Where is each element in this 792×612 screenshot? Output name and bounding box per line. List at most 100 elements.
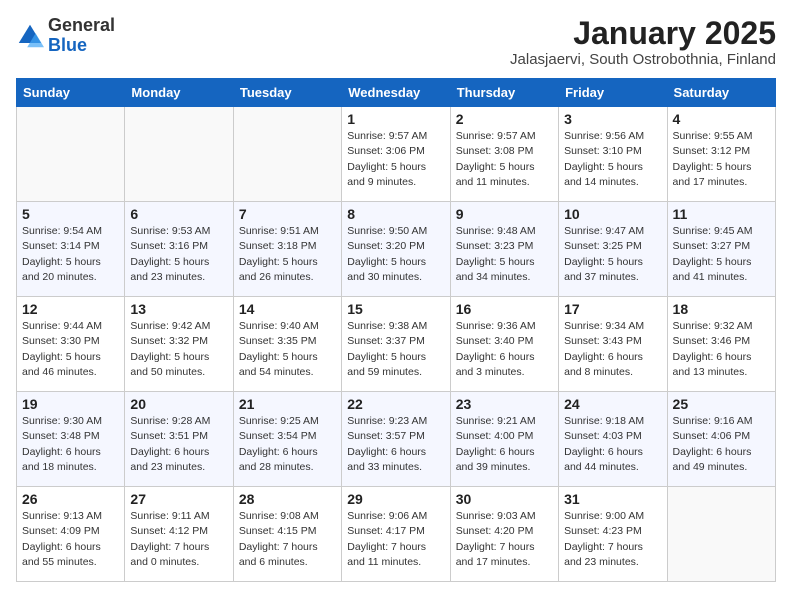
calendar-cell: 14 Sunrise: 9:40 AM Sunset: 3:35 PM Dayli… (233, 297, 341, 392)
day-info: Sunrise: 9:55 AM Sunset: 3:12 PM Dayligh… (673, 129, 770, 190)
day-info: Sunrise: 9:42 AM Sunset: 3:32 PM Dayligh… (130, 319, 227, 380)
day-number: 9 (456, 206, 553, 222)
day-number: 23 (456, 396, 553, 412)
calendar-week-1: 1 Sunrise: 9:57 AM Sunset: 3:06 PM Daylig… (17, 107, 776, 202)
day-info: Sunrise: 9:48 AM Sunset: 3:23 PM Dayligh… (456, 224, 553, 285)
calendar-cell (17, 107, 125, 202)
day-number: 8 (347, 206, 444, 222)
day-number: 7 (239, 206, 336, 222)
col-header-sunday: Sunday (17, 79, 125, 107)
calendar-cell: 9 Sunrise: 9:48 AM Sunset: 3:23 PM Daylig… (450, 202, 558, 297)
day-info: Sunrise: 9:06 AM Sunset: 4:17 PM Dayligh… (347, 509, 444, 570)
day-number: 27 (130, 491, 227, 507)
day-number: 20 (130, 396, 227, 412)
day-info: Sunrise: 9:53 AM Sunset: 3:16 PM Dayligh… (130, 224, 227, 285)
day-number: 26 (22, 491, 119, 507)
day-number: 17 (564, 301, 661, 317)
day-info: Sunrise: 9:28 AM Sunset: 3:51 PM Dayligh… (130, 414, 227, 475)
day-info: Sunrise: 9:25 AM Sunset: 3:54 PM Dayligh… (239, 414, 336, 475)
calendar-cell: 3Sunrise: 9:56 AM Sunset: 3:10 PM Daylig… (559, 107, 667, 202)
header: General Blue January 2025 Jalasjaervi, S… (16, 16, 776, 68)
day-number: 21 (239, 396, 336, 412)
day-info: Sunrise: 9:21 AM Sunset: 4:00 PM Dayligh… (456, 414, 553, 475)
day-number: 19 (22, 396, 119, 412)
col-header-saturday: Saturday (667, 79, 775, 107)
day-info: Sunrise: 9:45 AM Sunset: 3:27 PM Dayligh… (673, 224, 770, 285)
calendar-cell: 4 Sunrise: 9:55 AM Sunset: 3:12 PM Daylig… (667, 107, 775, 202)
month-title: January 2025 (510, 16, 776, 51)
col-header-monday: Monday (125, 79, 233, 107)
day-info: Sunrise: 9:00 AM Sunset: 4:23 PM Dayligh… (564, 509, 661, 570)
calendar-cell: 24 Sunrise: 9:18 AM Sunset: 4:03 PM Dayli… (559, 392, 667, 487)
logo-general: General (48, 15, 115, 35)
calendar-week-3: 12 Sunrise: 9:44 AM Sunset: 3:30 PM Dayli… (17, 297, 776, 392)
day-info: Sunrise: 9:32 AM Sunset: 3:46 PM Dayligh… (673, 319, 770, 380)
day-info: Sunrise: 9:56 AM Sunset: 3:10 PM Dayligh… (564, 129, 661, 190)
day-info: Sunrise: 9:18 AM Sunset: 4:03 PM Dayligh… (564, 414, 661, 475)
day-info: Sunrise: 9:08 AM Sunset: 4:15 PM Dayligh… (239, 509, 336, 570)
calendar-cell: 27Sunrise: 9:11 AM Sunset: 4:12 PM Dayli… (125, 487, 233, 582)
day-number: 14 (239, 301, 336, 317)
calendar-cell: 10Sunrise: 9:47 AM Sunset: 3:25 PM Dayli… (559, 202, 667, 297)
day-info: Sunrise: 9:57 AM Sunset: 3:08 PM Dayligh… (456, 129, 553, 190)
day-number: 22 (347, 396, 444, 412)
day-info: Sunrise: 9:57 AM Sunset: 3:06 PM Dayligh… (347, 129, 444, 190)
day-info: Sunrise: 9:36 AM Sunset: 3:40 PM Dayligh… (456, 319, 553, 380)
day-number: 2 (456, 111, 553, 127)
logo-blue: Blue (48, 35, 87, 55)
day-number: 29 (347, 491, 444, 507)
col-header-friday: Friday (559, 79, 667, 107)
day-info: Sunrise: 9:50 AM Sunset: 3:20 PM Dayligh… (347, 224, 444, 285)
calendar-cell: 12 Sunrise: 9:44 AM Sunset: 3:30 PM Dayli… (17, 297, 125, 392)
calendar-cell: 25Sunrise: 9:16 AM Sunset: 4:06 PM Dayli… (667, 392, 775, 487)
logo: General Blue (16, 16, 115, 56)
day-info: Sunrise: 9:40 AM Sunset: 3:35 PM Dayligh… (239, 319, 336, 380)
day-number: 4 (673, 111, 770, 127)
calendar-cell: 2 Sunrise: 9:57 AM Sunset: 3:08 PM Daylig… (450, 107, 558, 202)
calendar-cell: 11 Sunrise: 9:45 AM Sunset: 3:27 PM Dayli… (667, 202, 775, 297)
logo-icon (16, 22, 44, 50)
calendar-cell: 13Sunrise: 9:42 AM Sunset: 3:32 PM Dayli… (125, 297, 233, 392)
day-number: 24 (564, 396, 661, 412)
day-info: Sunrise: 9:44 AM Sunset: 3:30 PM Dayligh… (22, 319, 119, 380)
day-number: 25 (673, 396, 770, 412)
calendar-cell: 28Sunrise: 9:08 AM Sunset: 4:15 PM Dayli… (233, 487, 341, 582)
calendar: SundayMondayTuesdayWednesdayThursdayFrid… (16, 78, 776, 582)
day-number: 18 (673, 301, 770, 317)
calendar-week-2: 5 Sunrise: 9:54 AM Sunset: 3:14 PM Daylig… (17, 202, 776, 297)
day-number: 30 (456, 491, 553, 507)
calendar-cell: 29 Sunrise: 9:06 AM Sunset: 4:17 PM Dayli… (342, 487, 450, 582)
day-info: Sunrise: 9:13 AM Sunset: 4:09 PM Dayligh… (22, 509, 119, 570)
location-subtitle: Jalasjaervi, South Ostrobothnia, Finland (510, 51, 776, 68)
day-number: 15 (347, 301, 444, 317)
day-number: 6 (130, 206, 227, 222)
day-number: 12 (22, 301, 119, 317)
day-number: 5 (22, 206, 119, 222)
title-area: January 2025 Jalasjaervi, South Ostrobot… (510, 16, 776, 68)
day-info: Sunrise: 9:03 AM Sunset: 4:20 PM Dayligh… (456, 509, 553, 570)
day-info: Sunrise: 9:54 AM Sunset: 3:14 PM Dayligh… (22, 224, 119, 285)
calendar-cell: 7Sunrise: 9:51 AM Sunset: 3:18 PM Daylig… (233, 202, 341, 297)
calendar-cell: 30 Sunrise: 9:03 AM Sunset: 4:20 PM Dayli… (450, 487, 558, 582)
day-number: 1 (347, 111, 444, 127)
calendar-cell: 20 Sunrise: 9:28 AM Sunset: 3:51 PM Dayli… (125, 392, 233, 487)
day-number: 16 (456, 301, 553, 317)
calendar-cell: 17 Sunrise: 9:34 AM Sunset: 3:43 PM Dayli… (559, 297, 667, 392)
day-number: 31 (564, 491, 661, 507)
day-info: Sunrise: 9:47 AM Sunset: 3:25 PM Dayligh… (564, 224, 661, 285)
col-header-tuesday: Tuesday (233, 79, 341, 107)
calendar-cell: 16 Sunrise: 9:36 AM Sunset: 3:40 PM Dayli… (450, 297, 558, 392)
calendar-cell: 19 Sunrise: 9:30 AM Sunset: 3:48 PM Dayli… (17, 392, 125, 487)
calendar-cell: 6 Sunrise: 9:53 AM Sunset: 3:16 PM Daylig… (125, 202, 233, 297)
calendar-cell: 18 Sunrise: 9:32 AM Sunset: 3:46 PM Dayli… (667, 297, 775, 392)
calendar-header-row: SundayMondayTuesdayWednesdayThursdayFrid… (17, 79, 776, 107)
day-info: Sunrise: 9:23 AM Sunset: 3:57 PM Dayligh… (347, 414, 444, 475)
calendar-cell (667, 487, 775, 582)
calendar-cell (125, 107, 233, 202)
calendar-cell: 21 Sunrise: 9:25 AM Sunset: 3:54 PM Dayli… (233, 392, 341, 487)
day-info: Sunrise: 9:30 AM Sunset: 3:48 PM Dayligh… (22, 414, 119, 475)
day-number: 11 (673, 206, 770, 222)
calendar-cell: 1 Sunrise: 9:57 AM Sunset: 3:06 PM Daylig… (342, 107, 450, 202)
day-info: Sunrise: 9:34 AM Sunset: 3:43 PM Dayligh… (564, 319, 661, 380)
calendar-cell: 8 Sunrise: 9:50 AM Sunset: 3:20 PM Daylig… (342, 202, 450, 297)
